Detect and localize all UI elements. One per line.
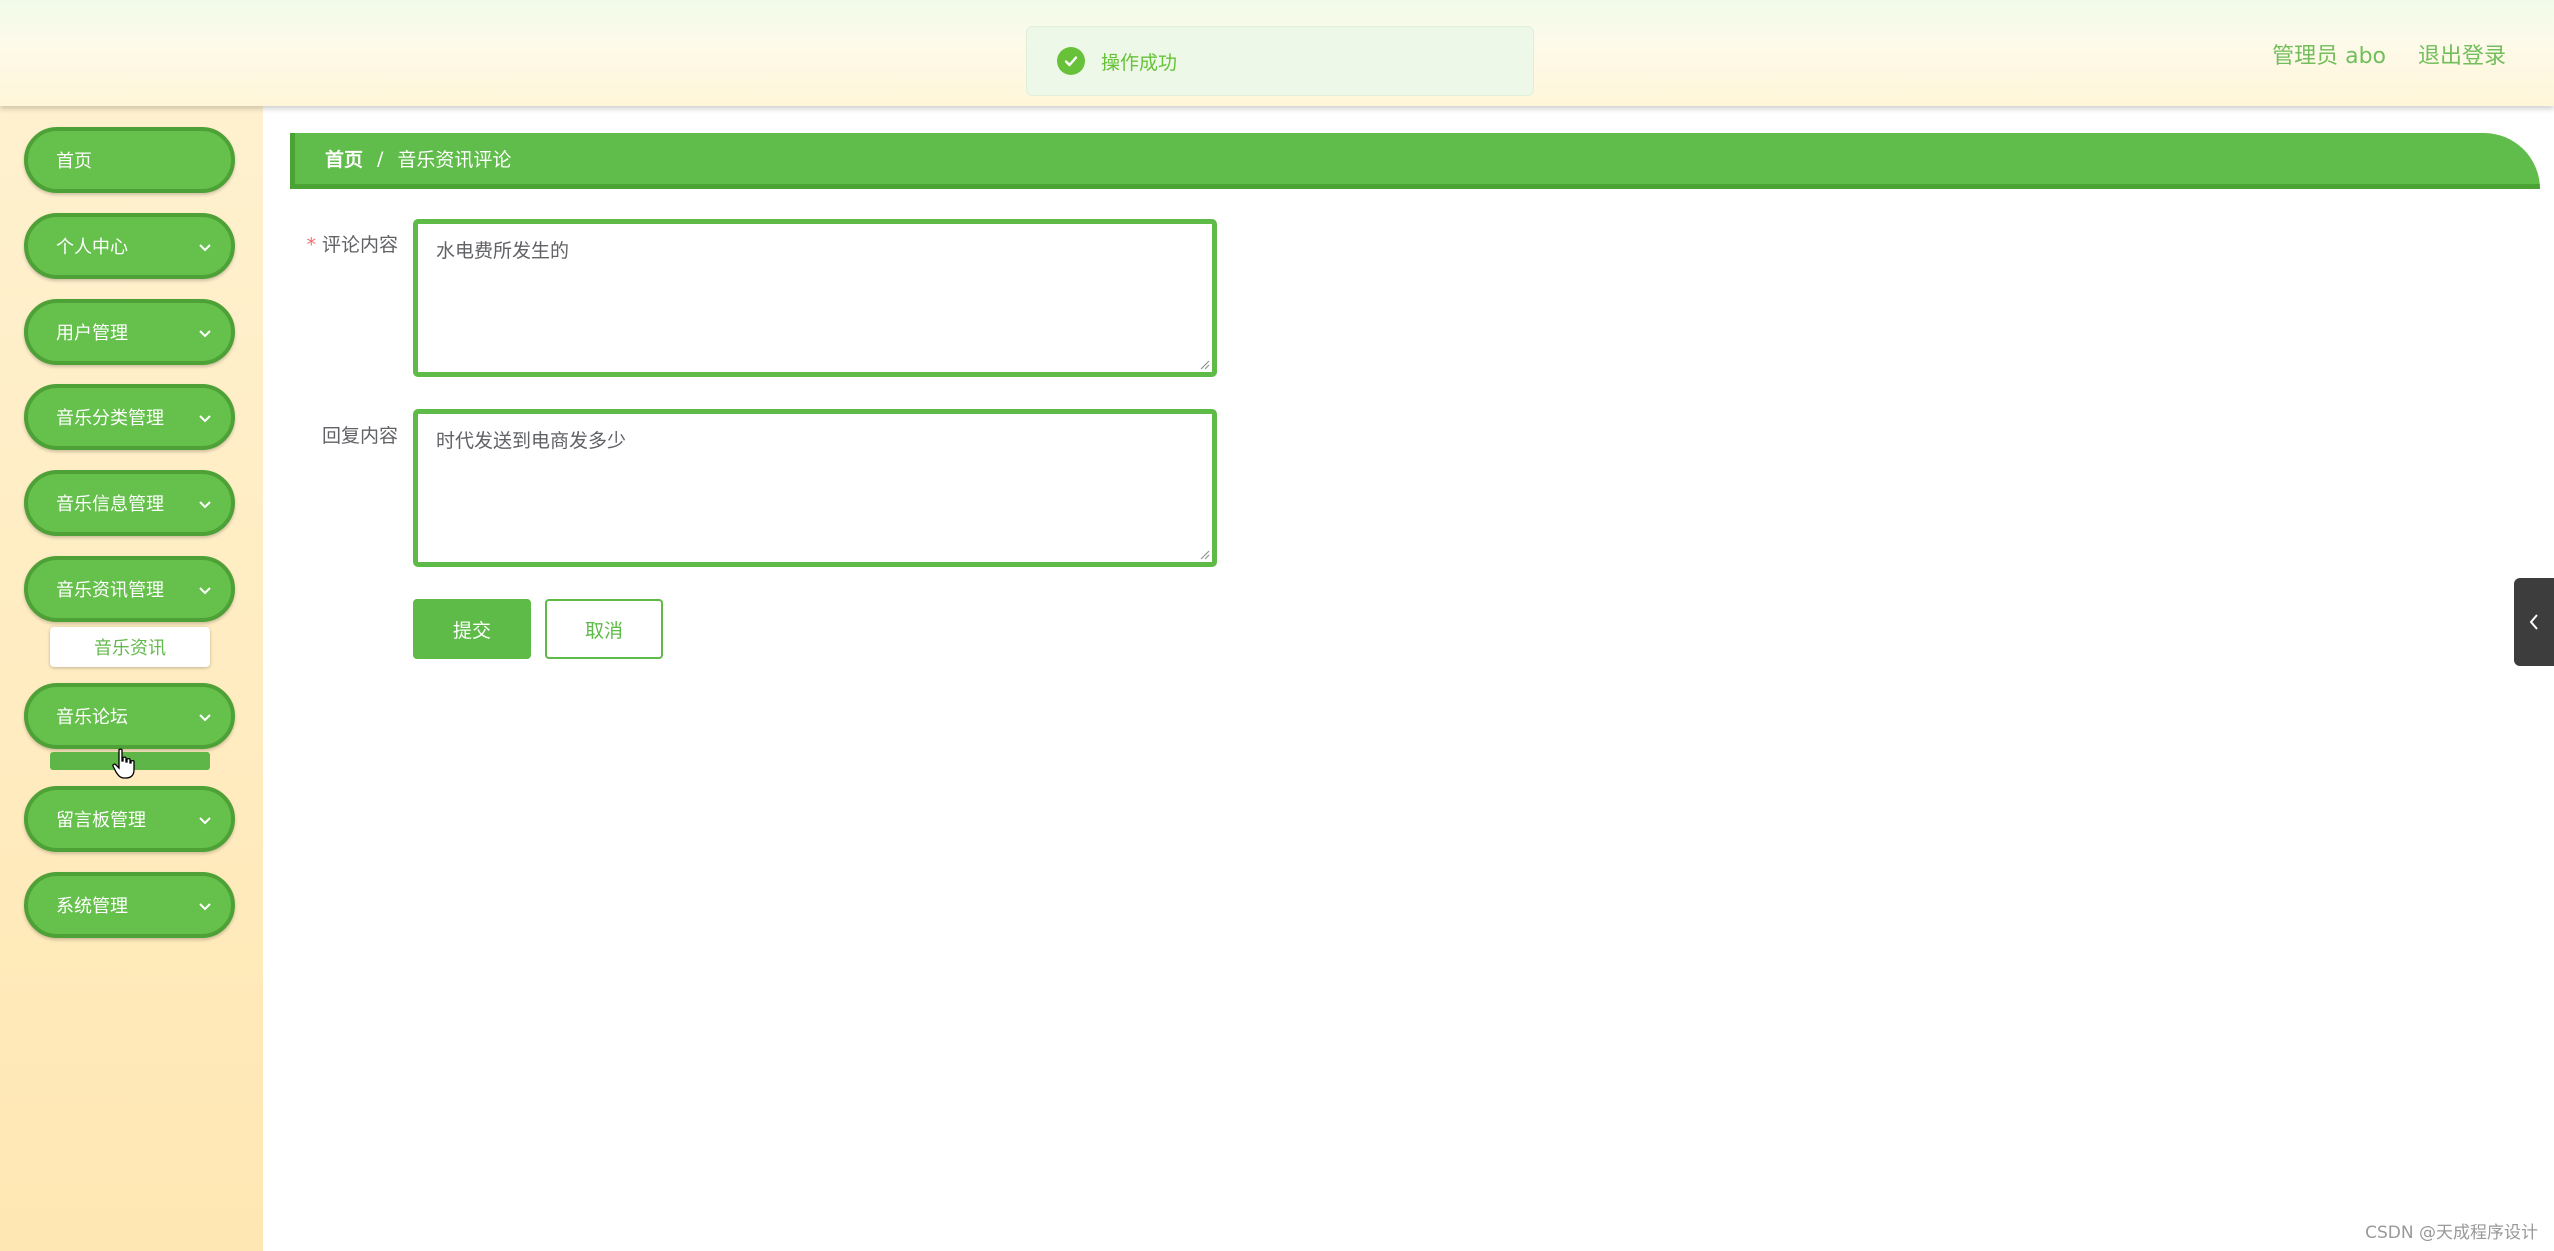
sidebar-item-label: 首页 <box>56 151 92 172</box>
sidebar-item-label: 留言板管理 <box>56 810 146 831</box>
watermark: CSDN @天成程序设计 <box>2365 1223 2538 1243</box>
success-toast: 操作成功 <box>1026 26 1534 96</box>
sidebar-item-label: 个人中心 <box>56 237 128 258</box>
sidebar-item-message-board[interactable]: 留言板管理 <box>24 786 235 852</box>
submenu-item-music-news[interactable]: 音乐资讯 <box>50 627 210 667</box>
chevron-down-icon <box>199 415 211 423</box>
sidebar-item-label: 音乐分类管理 <box>56 408 164 429</box>
top-header: 操作成功 管理员 abo 退出登录 <box>0 0 2554 106</box>
chevron-down-icon <box>199 714 211 722</box>
current-user: 管理员 abo <box>2272 44 2386 69</box>
chevron-down-icon <box>199 903 211 911</box>
sidebar-item-system[interactable]: 系统管理 <box>24 872 235 938</box>
breadcrumb-current: 音乐资讯评论 <box>397 149 512 171</box>
sidebar-item-profile[interactable]: 个人中心 <box>24 213 235 279</box>
hand-cursor-icon <box>112 748 135 779</box>
toast-message: 操作成功 <box>1101 51 1178 74</box>
reply-label: 回复内容 <box>321 425 398 447</box>
sidebar-item-home[interactable]: 首页 <box>24 127 235 193</box>
chevron-left-icon <box>2529 614 2538 630</box>
comment-label-text: 评论内容 <box>321 234 398 256</box>
comment-label: * 评论内容 <box>268 230 398 257</box>
chevron-down-icon <box>199 817 211 825</box>
chevron-down-icon <box>199 244 211 252</box>
comment-value: 水电费所发生的 <box>436 240 570 262</box>
reply-value: 时代发送到电商发多少 <box>436 430 627 452</box>
sidebar-item-music-news[interactable]: 音乐资讯管理 <box>24 556 235 622</box>
breadcrumb-separator: / <box>377 147 384 170</box>
breadcrumb-home[interactable]: 首页 <box>325 145 363 172</box>
reply-textarea[interactable]: 时代发送到电商发多少 <box>413 409 1217 567</box>
breadcrumb: 首页 / 音乐资讯评论 <box>290 133 2540 189</box>
sidebar-item-label: 用户管理 <box>56 323 128 344</box>
cancel-button[interactable]: 取消 <box>545 599 663 659</box>
sidebar-item-label: 音乐信息管理 <box>56 494 164 515</box>
sidebar-item-label: 音乐资讯管理 <box>56 580 164 601</box>
required-mark: * <box>306 234 316 256</box>
resize-handle-icon[interactable] <box>1198 548 1210 560</box>
sidebar-item-music-category[interactable]: 音乐分类管理 <box>24 384 235 450</box>
side-panel-toggle[interactable] <box>2514 578 2554 666</box>
check-circle-icon <box>1057 47 1085 75</box>
sidebar-item-music-forum[interactable]: 音乐论坛 <box>24 683 235 749</box>
chevron-down-icon <box>199 330 211 338</box>
chevron-down-icon <box>199 587 211 595</box>
sidebar-item-users[interactable]: 用户管理 <box>24 299 235 365</box>
chevron-down-icon <box>199 501 211 509</box>
sidebar-item-music-info[interactable]: 音乐信息管理 <box>24 470 235 536</box>
comment-textarea[interactable]: 水电费所发生的 <box>413 219 1217 377</box>
logout-link[interactable]: 退出登录 <box>2418 38 2506 70</box>
sidebar-item-label: 系统管理 <box>56 896 128 917</box>
sidebar-item-label: 音乐论坛 <box>56 707 128 728</box>
submit-button[interactable]: 提交 <box>413 599 531 659</box>
resize-handle-icon[interactable] <box>1198 358 1210 370</box>
